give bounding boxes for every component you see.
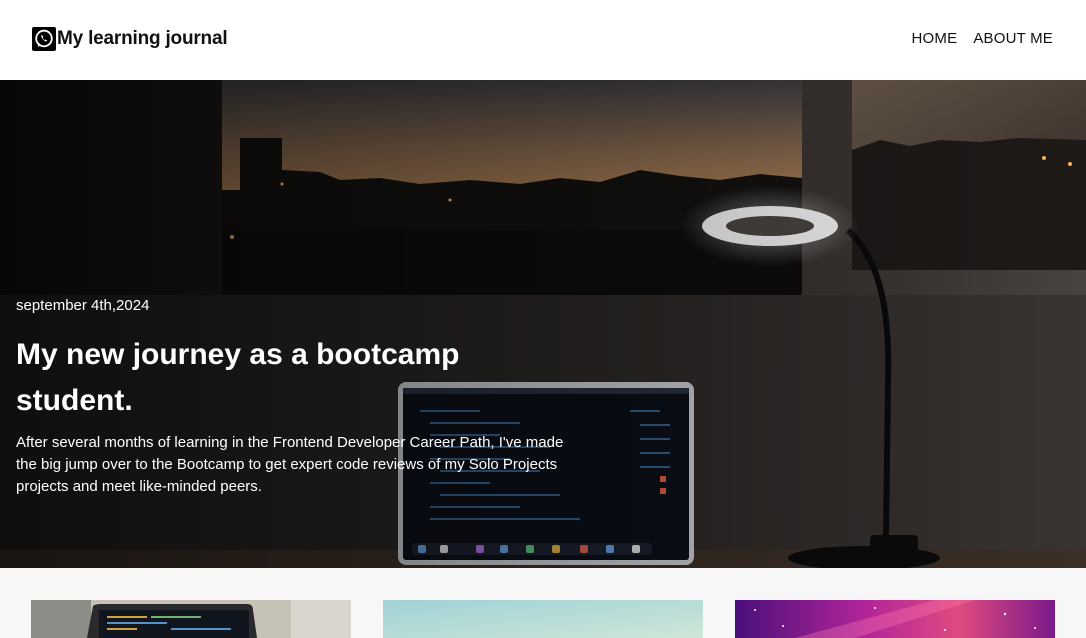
site-header: My learning journal HOME ABOUT ME [0,0,1086,80]
purple-space-thumbnail [735,600,1055,638]
nav-home-link[interactable]: HOME [912,30,958,47]
nav-about-link[interactable]: ABOUT ME [973,30,1053,47]
sky-gradient-thumbnail [383,600,703,638]
logo-link[interactable]: My learning journal [32,25,228,53]
hero-banner[interactable]: september 4th,2024 My new journey as a b… [0,80,1086,568]
post-card-thumbnail[interactable] [735,600,1055,638]
post-card-thumbnail[interactable] [31,600,351,638]
post-title[interactable]: My new journey as a bootcamp student. [16,332,486,424]
post-card-thumbnail[interactable] [383,600,703,638]
laptop-code-thumbnail [31,600,351,638]
post-excerpt: After several months of learning in the … [16,434,564,495]
main-nav: HOME ABOUT ME [912,30,1053,47]
whatsapp-logo-icon [32,27,56,51]
site-title: My learning journal [57,28,228,49]
post-date: september 4th,2024 [16,297,150,314]
post-cards [0,568,1086,638]
